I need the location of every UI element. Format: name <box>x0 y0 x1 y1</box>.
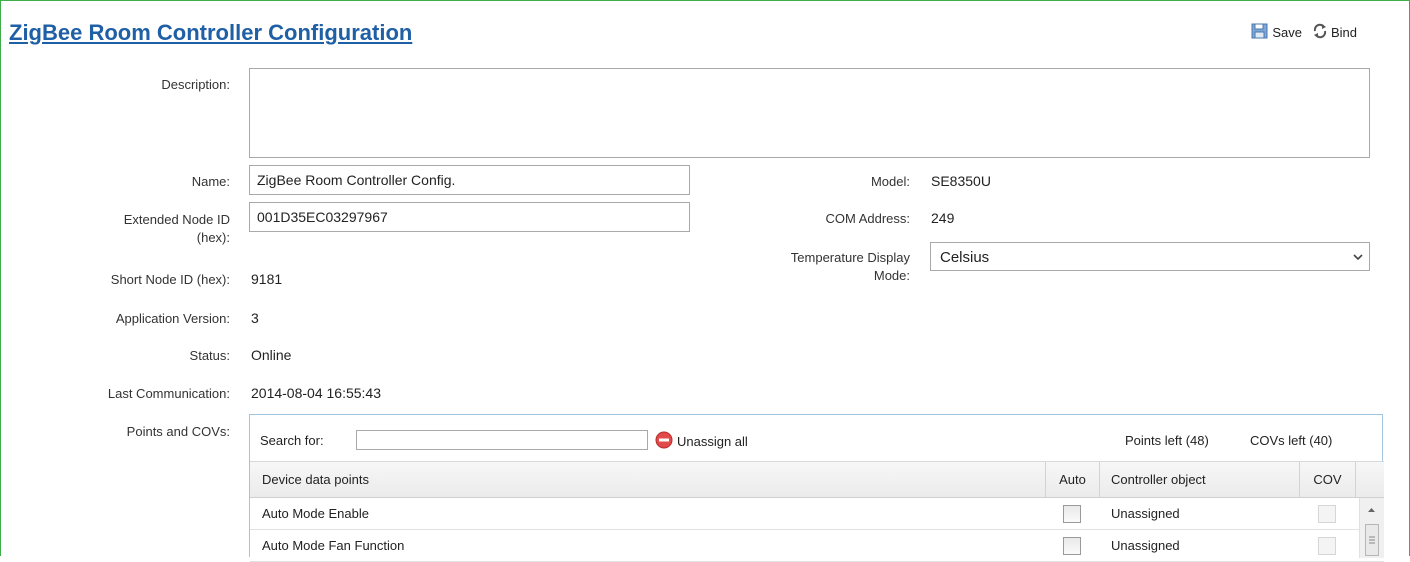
chevron-down-icon[interactable] <box>1345 243 1369 270</box>
auto-checkbox[interactable] <box>1063 536 1081 555</box>
com-address-label: COM Address: <box>825 211 910 226</box>
application-version-value: 3 <box>251 310 259 326</box>
application-version-label: Application Version: <box>115 311 230 326</box>
points-left-counter: Points left (48) <box>1125 433 1209 448</box>
unassign-all-button[interactable]: Unassign all <box>655 431 748 452</box>
table-row[interactable]: Auto Mode Enable Unassigned <box>250 498 1384 530</box>
device-point-name: Auto Mode Fan Function <box>262 538 405 553</box>
status-label: Status: <box>189 348 230 363</box>
points-grid: Device data points Auto Controller objec… <box>250 461 1384 562</box>
grip-icon <box>1369 536 1375 544</box>
toolbar: Save Bind <box>1251 23 1357 42</box>
column-header-controller-object[interactable]: Controller object <box>1099 462 1299 497</box>
points-panel: Search for: Unassign all Points left (48… <box>249 414 1384 562</box>
name-label: Name: <box>191 174 230 189</box>
scrollbar-thumb[interactable] <box>1365 524 1379 556</box>
description-field[interactable] <box>249 68 1370 158</box>
short-node-id-value: 9181 <box>251 271 283 287</box>
extended-node-id-field[interactable]: 001D35EC03297967 <box>249 202 690 232</box>
covs-left-counter: COVs left (40) <box>1250 433 1333 448</box>
status-value: Online <box>251 347 292 363</box>
save-disk-icon <box>1251 23 1269 42</box>
save-button[interactable]: Save <box>1251 23 1302 42</box>
description-label: Description: <box>161 77 230 92</box>
column-header-device-data-points[interactable]: Device data points <box>262 462 1042 497</box>
short-node-id-label: Short Node ID (hex): <box>110 272 230 287</box>
temperature-label-line2: Mode: <box>873 268 910 283</box>
last-communication-value: 2014-08-04 16:55:43 <box>251 385 381 401</box>
cov-checkbox[interactable] <box>1318 536 1336 555</box>
bind-label: Bind <box>1330 25 1357 40</box>
controller-object-value[interactable]: Unassigned <box>1099 498 1299 529</box>
unassign-all-label: Unassign all <box>677 434 748 449</box>
grid-scrollbar[interactable] <box>1359 498 1384 558</box>
controller-object-value[interactable]: Unassigned <box>1099 530 1299 561</box>
save-label: Save <box>1272 25 1302 40</box>
extended-node-id-label: Extended Node ID (hex): <box>40 211 230 247</box>
com-address-value: 249 <box>931 210 955 226</box>
page-title[interactable]: ZigBee Room Controller Configuration <box>9 20 412 46</box>
refresh-icon <box>1312 23 1328 42</box>
points-search-row: Search for: Unassign all Points left (48… <box>250 415 1382 459</box>
temperature-selected-value: Celsius <box>940 249 990 266</box>
grid-header: Device data points Auto Controller objec… <box>250 461 1384 498</box>
scroll-up-arrow-icon[interactable] <box>1367 507 1376 513</box>
name-field[interactable]: ZigBee Room Controller Config. <box>249 165 690 195</box>
temperature-display-mode-select[interactable]: Celsius <box>930 242 1370 271</box>
temperature-label-line1: Temperature Display <box>790 250 910 265</box>
bind-button[interactable]: Bind <box>1312 23 1357 42</box>
temperature-display-mode-label: Temperature Display Mode: <box>720 249 910 285</box>
table-row[interactable]: Auto Mode Fan Function Unassigned <box>250 530 1384 562</box>
last-communication-label: Last Communication: <box>107 386 230 401</box>
device-point-name: Auto Mode Enable <box>262 506 369 521</box>
model-label: Model: <box>870 174 910 189</box>
minus-circle-icon <box>655 431 673 452</box>
auto-checkbox[interactable] <box>1063 504 1081 523</box>
column-header-auto[interactable]: Auto <box>1045 462 1099 497</box>
column-header-cov[interactable]: COV <box>1299 462 1355 497</box>
search-label: Search for: <box>260 433 324 448</box>
extended-node-id-label-line1: Extended Node ID <box>123 212 230 227</box>
cov-checkbox[interactable] <box>1318 504 1336 523</box>
extended-node-id-label-line2: (hex): <box>196 230 230 245</box>
points-and-covs-label: Points and COVs: <box>126 424 230 439</box>
search-input[interactable] <box>356 430 648 450</box>
header-scroll-spacer <box>1355 462 1384 497</box>
model-value: SE8350U <box>931 173 991 189</box>
